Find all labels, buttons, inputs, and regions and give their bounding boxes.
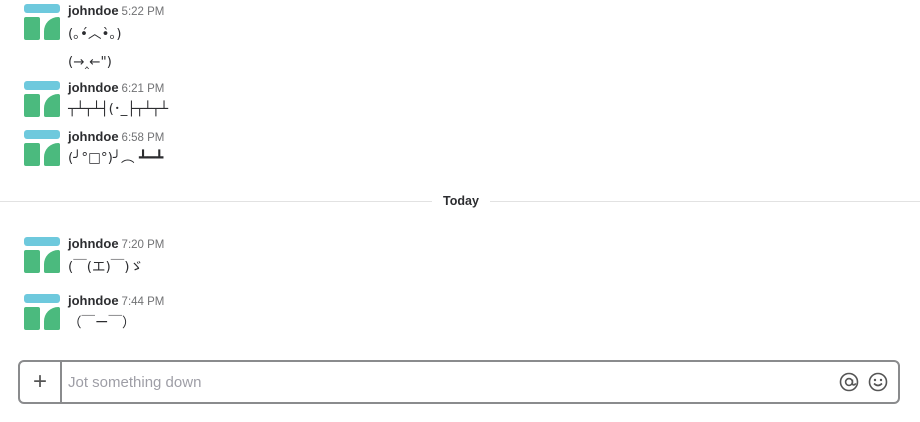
message-header: johndoe 6:21 PM bbox=[68, 80, 164, 97]
message-text: (｡•́︿•̀｡) bbox=[68, 26, 122, 42]
avatar[interactable] bbox=[24, 237, 60, 273]
message-text: (╯°□°)╯︵ ┻━┻ bbox=[68, 150, 164, 166]
emoji-button[interactable] bbox=[867, 371, 889, 393]
message-composer: + bbox=[18, 360, 900, 404]
avatar[interactable] bbox=[24, 81, 60, 117]
avatar[interactable] bbox=[24, 130, 60, 166]
timestamp[interactable]: 7:44 PM bbox=[122, 296, 165, 308]
add-attachment-button[interactable]: + bbox=[20, 362, 62, 402]
timestamp[interactable]: 7:20 PM bbox=[122, 239, 165, 251]
message-header: johndoe 5:22 PM bbox=[68, 3, 164, 20]
plus-icon: + bbox=[32, 368, 47, 395]
message-text: (￣(エ)￣)ゞ bbox=[68, 259, 144, 275]
username[interactable]: johndoe bbox=[68, 293, 119, 308]
message-header: johndoe 7:44 PM bbox=[68, 293, 164, 310]
message-text: （￣ー￣） bbox=[68, 315, 136, 331]
day-divider-label: Today bbox=[432, 193, 490, 209]
username[interactable]: johndoe bbox=[68, 3, 119, 18]
at-sign-icon bbox=[839, 372, 859, 392]
message-header: johndoe 7:20 PM bbox=[68, 236, 164, 253]
timestamp[interactable]: 6:21 PM bbox=[122, 83, 165, 95]
username[interactable]: johndoe bbox=[68, 80, 119, 95]
username[interactable]: johndoe bbox=[68, 236, 119, 251]
message-text: ┬┴┬┴┤(･_├┬┴┬┴ bbox=[68, 101, 169, 117]
message-input[interactable] bbox=[68, 371, 828, 393]
timestamp[interactable]: 6:58 PM bbox=[122, 132, 165, 144]
emoji-icon bbox=[868, 372, 888, 392]
username[interactable]: johndoe bbox=[68, 129, 119, 144]
message-header: johndoe 6:58 PM bbox=[68, 129, 164, 146]
avatar[interactable] bbox=[24, 4, 60, 40]
timestamp[interactable]: 5:22 PM bbox=[122, 6, 165, 18]
avatar[interactable] bbox=[24, 294, 60, 330]
mention-button[interactable] bbox=[838, 371, 860, 393]
message-text: (→‸←") bbox=[68, 54, 112, 70]
